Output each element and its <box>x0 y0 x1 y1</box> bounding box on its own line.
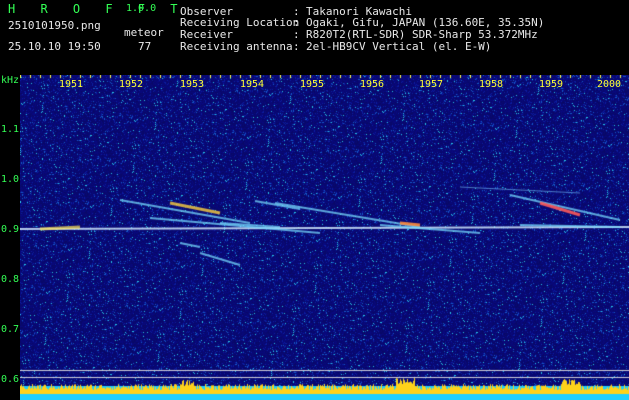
capture-datetime: 25.10.10 19:50 <box>8 40 101 53</box>
y-tick-label: 0.6 <box>1 374 20 385</box>
info-value-antenna: 2el-HB9CV Vertical (el. E-W) <box>306 40 492 53</box>
info-sep: : <box>293 40 300 53</box>
time-tick-label: 1954 <box>240 79 265 90</box>
spectrogram-canvas <box>20 75 629 400</box>
header-panel: H R O F F T 1.0.0 2510101950.png meteor … <box>0 0 629 75</box>
time-tick-label: 1956 <box>360 79 385 90</box>
time-tick-label: 1958 <box>479 79 504 90</box>
y-tick-label: 0.9 <box>1 224 20 235</box>
time-tick-label: 1957 <box>419 79 444 90</box>
app-version: 1.0.0 <box>126 3 157 14</box>
file-name: 2510101950.png <box>8 19 101 32</box>
info-key-receiver: Receiver <box>180 28 233 41</box>
y-tick-label: 1.1 <box>1 124 20 135</box>
y-tick-label: 1.0 <box>1 174 20 185</box>
time-tick-label: 1959 <box>539 79 564 90</box>
info-sep: : <box>293 16 300 29</box>
time-tick-label: 1953 <box>180 79 205 90</box>
meteor-label: meteor <box>124 26 164 39</box>
info-sep: : <box>293 28 300 41</box>
time-tick-label: 2000 <box>597 79 622 90</box>
time-tick-label: 1952 <box>119 79 144 90</box>
app-title: H R O F F T <box>8 2 187 16</box>
time-tick-label: 1951 <box>59 79 84 90</box>
info-value-location: Ogaki, Gifu, JAPAN (136.60E, 35.35N) <box>306 16 545 29</box>
meteor-count: 77 <box>138 40 152 53</box>
time-tick-label: 1955 <box>300 79 325 90</box>
info-key-antenna: Receiving antenna <box>180 40 293 53</box>
y-tick-label: 0.8 <box>1 274 20 285</box>
y-unit-label: kHz <box>1 75 20 86</box>
y-tick-label: 0.7 <box>1 324 20 335</box>
info-value-receiver: R820T2(RTL-SDR) SDR-Sharp 53.372MHz <box>306 28 538 41</box>
info-key-location: Receiving Location <box>180 16 300 29</box>
